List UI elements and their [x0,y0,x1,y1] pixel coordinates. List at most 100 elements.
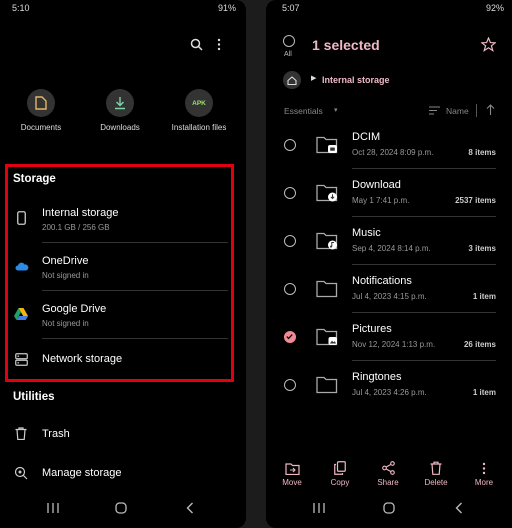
filter-dropdown[interactable]: Essentials [284,106,323,116]
utility-item-title: Manage storage [42,467,122,479]
share-label: Share [377,478,399,487]
folder-name: Music [352,227,381,239]
more-icon [460,460,508,476]
downloads-shortcut[interactable]: Downloads [80,89,160,132]
right-phone-screen: 5:07 92% All 1 selected ▶ Internal stora… [266,0,512,528]
folder-image-icon [316,326,338,346]
folder-checkbox-checked[interactable] [284,331,296,343]
folder-download-icon [316,182,338,202]
utilities-heading: Utilities [13,391,55,403]
select-all-label: All [284,51,292,58]
more-options-icon[interactable] [216,38,222,51]
folder-checkbox[interactable] [284,283,296,295]
storage-item-title: Google Drive [42,303,107,315]
divider [42,338,228,339]
divider [352,168,496,169]
more-label: More [474,478,494,487]
folder-music-icon [316,230,338,250]
folder-checkbox[interactable] [284,139,296,151]
delete-icon [412,460,460,476]
folder-icon [316,278,338,298]
phone-icon [17,211,26,225]
sort-by-label[interactable]: Name [446,106,469,116]
breadcrumb-arrow-icon: ▶ [311,75,317,82]
folder-date: Oct 28, 2024 8:09 p.m. [352,148,434,157]
divider [352,312,496,313]
storage-item-title: Internal storage [42,207,119,219]
share-icon [364,460,412,476]
folder-item-count: 1 item [472,292,496,301]
downloads-label: Downloads [100,123,140,132]
selected-count: 1 selected [312,37,380,53]
home-icon[interactable] [383,502,395,514]
recent-apps-icon[interactable] [47,503,59,513]
manage-storage-icon [14,466,28,480]
navigation-bar [266,500,512,516]
installation-files-shortcut[interactable]: APK Installation files [159,89,239,132]
folder-camera-icon [316,134,338,154]
status-battery: 91% [217,3,236,13]
breadcrumb-current[interactable]: Internal storage [322,75,390,85]
home-icon[interactable] [115,502,127,514]
storage-home-icon[interactable] [283,71,301,89]
document-icon [27,89,55,117]
folder-date: Jul 4, 2023 4:26 p.m. [352,388,427,397]
folder-name: DCIM [352,131,381,143]
star-icon[interactable] [481,37,496,52]
folder-icon [316,374,338,394]
status-battery: 92% [485,3,504,13]
storage-item-title: OneDrive [42,255,89,267]
folder-date: Sep 4, 2024 8:14 p.m. [352,244,431,253]
folder-date: Nov 12, 2024 1:13 p.m. [352,340,436,349]
delete-button[interactable]: Delete [412,460,460,487]
onedrive-icon [15,262,29,271]
storage-highlight-box [5,164,234,382]
status-time: 5:07 [282,3,300,13]
folder-checkbox[interactable] [284,187,296,199]
divider [42,242,228,243]
folder-date: May 1 7:41 p.m. [352,196,410,205]
sort-direction-icon[interactable] [486,104,495,116]
documents-label: Documents [20,123,62,132]
storage-heading: Storage [13,173,56,185]
search-icon[interactable] [190,38,203,51]
copy-icon [316,460,364,476]
share-button[interactable]: Share [364,460,412,487]
divider [352,360,496,361]
divider [352,264,496,265]
folder-name: Download [352,179,401,191]
folder-item-count: 26 items [463,340,496,349]
utility-item-title: Trash [42,428,70,440]
google-drive-icon [14,308,28,320]
copy-button[interactable]: Copy [316,460,364,487]
apk-icon: APK [185,89,213,117]
folder-date: Jul 4, 2023 4:15 p.m. [352,292,427,301]
folder-item-count: 3 items [468,244,496,253]
back-icon[interactable] [186,502,194,514]
divider [352,216,496,217]
navigation-bar [0,500,246,516]
trash-icon [15,427,27,440]
folder-name: Pictures [352,323,392,335]
storage-item-title: Network storage [42,353,123,365]
delete-label: Delete [424,478,448,487]
sort-divider [476,104,477,117]
back-icon[interactable] [455,502,463,514]
folder-checkbox[interactable] [284,379,296,391]
left-phone-screen: 5:10 91% Documents Downloads APK Install… [0,0,246,528]
documents-shortcut[interactable]: Documents [1,89,81,132]
more-button[interactable]: More [460,460,508,487]
divider [42,290,228,291]
filter-chevron-icon: ▾ [334,107,338,114]
move-button[interactable]: Move [268,460,316,487]
folder-item-count: 1 item [472,388,496,397]
network-storage-icon [15,353,28,366]
folder-checkbox[interactable] [284,235,296,247]
copy-label: Copy [330,478,350,487]
storage-item-sub: Not signed in [42,271,89,280]
folder-item-count: 2537 items [455,196,496,205]
recent-apps-icon[interactable] [313,503,325,513]
folder-item-count: 8 items [468,148,496,157]
download-icon [106,89,134,117]
select-all-checkbox[interactable] [283,35,295,47]
